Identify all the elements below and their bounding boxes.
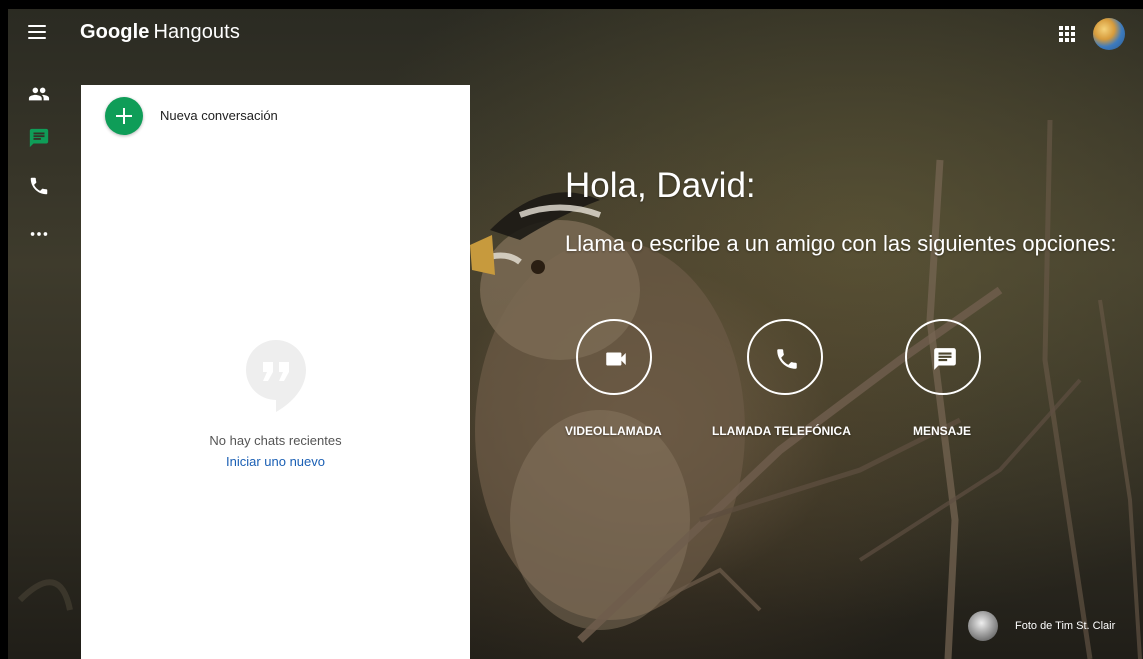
- window-frame-top: [0, 0, 1143, 9]
- message-icon: [934, 348, 956, 370]
- chat-icon[interactable]: [28, 127, 50, 149]
- app-title: Google Hangouts: [80, 21, 240, 44]
- greeting-heading: Hola, David:: [565, 166, 756, 205]
- more-icon[interactable]: [28, 223, 50, 245]
- video-call-button[interactable]: [576, 319, 652, 395]
- hangouts-screen: Google Hangouts Nueva conversación No ha…: [0, 0, 1143, 659]
- new-conversation-button[interactable]: [105, 97, 143, 135]
- contacts-icon[interactable]: [28, 83, 50, 105]
- phone-icon[interactable]: [28, 175, 50, 197]
- apps-grid-icon[interactable]: [1059, 26, 1075, 42]
- main-menu-button[interactable]: [28, 25, 46, 41]
- conversation-panel: Nueva conversación No hay chats reciente…: [81, 85, 470, 659]
- quote-bubble-icon: [246, 340, 306, 412]
- phone-call-label[interactable]: LLAMADA TELEFÓNICA: [712, 424, 851, 438]
- menu-icon-line: [28, 37, 46, 39]
- menu-icon-line: [28, 31, 46, 33]
- photo-credit-text: Foto de Tim St. Clair: [1015, 620, 1116, 632]
- app-brand: Google: [80, 21, 150, 43]
- message-label[interactable]: MENSAJE: [913, 424, 971, 438]
- message-button[interactable]: [905, 319, 981, 395]
- new-conversation-label[interactable]: Nueva conversación: [160, 108, 278, 123]
- photographer-avatar: [968, 611, 998, 641]
- app-name: Hangouts: [153, 21, 240, 43]
- phone-call-button[interactable]: [747, 319, 823, 395]
- start-new-chat-link[interactable]: Iniciar uno nuevo: [81, 454, 470, 469]
- account-avatar[interactable]: [1093, 18, 1125, 50]
- empty-state-text: No hay chats recientes: [209, 433, 342, 448]
- phone-icon: [777, 349, 797, 369]
- menu-icon-line: [28, 25, 46, 27]
- window-frame-left: [0, 0, 8, 659]
- top-bar: Google Hangouts: [8, 9, 1143, 59]
- video-call-label[interactable]: VIDEOLLAMADA: [565, 424, 662, 438]
- video-icon: [606, 352, 626, 366]
- greeting-subtitle: Llama o escribe a un amigo con las sigui…: [565, 231, 1117, 256]
